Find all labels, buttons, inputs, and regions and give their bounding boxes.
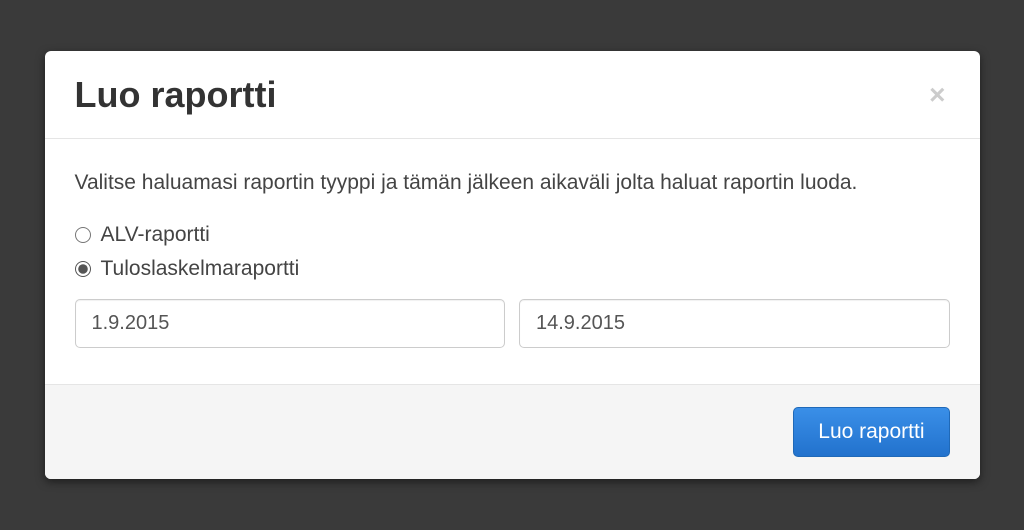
modal-footer: Luo raportti [45,384,980,479]
create-report-button[interactable]: Luo raportti [793,407,949,457]
modal-body: Valitse haluamasi raportin tyyppi ja täm… [45,139,980,384]
radio-tulos-input[interactable] [75,261,91,277]
radio-alv-raportti[interactable]: ALV-raportti [75,223,950,247]
create-report-modal: Luo raportti × Valitse haluamasi raporti… [45,51,980,479]
radio-tulos-label: Tuloslaskelmaraportti [101,257,300,281]
report-type-radio-group: ALV-raportti Tuloslaskelmaraportti [75,223,950,281]
radio-tuloslaskelma[interactable]: Tuloslaskelmaraportti [75,257,950,281]
modal-header: Luo raportti × [45,51,980,139]
close-icon[interactable]: × [925,81,949,109]
modal-title: Luo raportti [75,73,277,116]
start-date-input[interactable] [75,299,506,348]
date-range-row [75,299,950,348]
instructions-text: Valitse haluamasi raportin tyyppi ja täm… [75,167,950,199]
radio-alv-input[interactable] [75,227,91,243]
radio-alv-label: ALV-raportti [101,223,210,247]
end-date-input[interactable] [519,299,950,348]
